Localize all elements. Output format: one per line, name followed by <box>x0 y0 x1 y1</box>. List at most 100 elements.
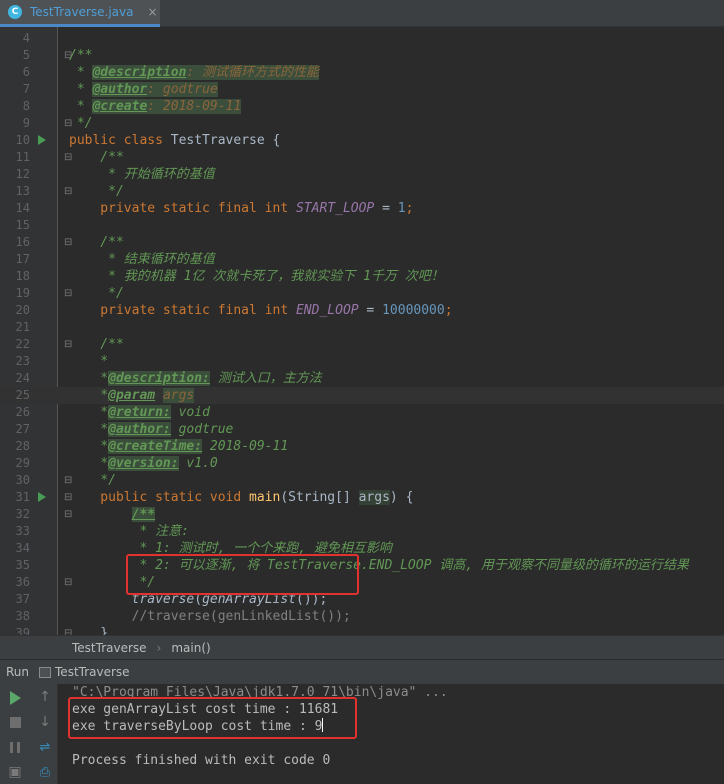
code-line[interactable]: 11 ⊟ /** <box>0 149 724 166</box>
close-icon[interactable]: × <box>148 5 158 19</box>
line-number: 30 <box>15 473 30 487</box>
soft-wrap-button[interactable]: ⇌ <box>36 738 54 756</box>
code-line[interactable]: 34 * 1: 测试时, 一个个来跑, 避免相互影响 <box>0 540 724 557</box>
code-line[interactable]: 9 ⊟ */ <box>0 115 724 132</box>
code-line[interactable]: 10 public class TestTraverse { <box>0 132 724 149</box>
code-text: *@return: void <box>69 404 210 421</box>
line-number: 7 <box>22 82 30 96</box>
stop-button[interactable] <box>6 713 24 731</box>
line-number: 24 <box>15 371 30 385</box>
scroll-down-button[interactable]: ↓ <box>36 713 54 731</box>
code-line[interactable]: 13 ⊟ */ <box>0 183 724 200</box>
code-token: * <box>69 456 109 471</box>
code-text: } <box>69 625 108 635</box>
line-number: 39 <box>15 626 30 635</box>
code-line[interactable]: 31 ⊟ public static void main(String[] arg… <box>0 489 724 506</box>
line-number: 12 <box>15 167 30 181</box>
editor-tab[interactable]: C TestTraverse.java × <box>0 0 160 27</box>
code-line[interactable]: 30 ⊟ */ <box>0 472 724 489</box>
code-text: *@param args <box>69 387 195 404</box>
breadcrumb-class[interactable]: TestTraverse <box>72 641 147 655</box>
code-line[interactable]: 21 <box>0 319 724 336</box>
code-token: args <box>162 388 195 403</box>
code-line[interactable]: 7 * @author: godtrue <box>0 81 724 98</box>
pause-button[interactable] <box>6 738 24 756</box>
line-number: 26 <box>15 405 30 419</box>
code-token: */ <box>69 116 93 131</box>
code-line[interactable]: 23 * <box>0 353 724 370</box>
code-line[interactable]: 17 * 结束循环的基值 <box>0 251 724 268</box>
arrow-up-icon: ↑ <box>39 689 51 705</box>
code-token: 测试入口，主方法 <box>209 371 322 386</box>
run-toolbar: ↑ ↓ ⇌ ▣ ⎙ <box>0 684 58 784</box>
code-text: private static final int END_LOOP = 1000… <box>69 302 453 319</box>
dump-threads-button[interactable]: ▣ <box>6 763 24 781</box>
breadcrumb-method[interactable]: main() <box>171 641 210 655</box>
code-token: private static final int <box>69 201 296 216</box>
rerun-button[interactable] <box>6 689 24 707</box>
code-line[interactable]: 22 ⊟ /** <box>0 336 724 353</box>
code-token: * <box>69 422 109 437</box>
code-line[interactable]: 25 *@param args <box>0 387 724 404</box>
highlight-box-code <box>126 554 359 595</box>
code-line[interactable]: 16 ⊟ /** <box>0 234 724 251</box>
code-line[interactable]: 29 *@version: v1.0 <box>0 455 724 472</box>
code-token: 1 <box>397 201 406 216</box>
run-gutter-icon[interactable] <box>38 135 46 145</box>
code-text: /** <box>69 336 124 353</box>
code-line[interactable]: 12 * 开始循环的基值 <box>0 166 724 183</box>
line-number: 15 <box>15 218 30 232</box>
code-text: * 注意: <box>69 523 188 540</box>
code-line[interactable]: 4 <box>0 30 724 47</box>
code-token: /** <box>69 337 124 352</box>
code-token: public static void <box>69 490 250 505</box>
code-line[interactable]: 36 ⊟ */ <box>0 574 724 591</box>
code-token: = <box>374 201 398 216</box>
line-number: 19 <box>15 286 30 300</box>
code-token: ; <box>444 303 453 318</box>
line-number: 20 <box>15 303 30 317</box>
code-token: TestTraverse { <box>170 133 281 148</box>
print-button[interactable]: ⎙ <box>36 763 54 781</box>
code-line[interactable]: 19 ⊟ */ <box>0 285 724 302</box>
code-line[interactable]: 32 ⊟ /** <box>0 506 724 523</box>
code-line[interactable]: 37 traverse(genArrayList()); <box>0 591 724 608</box>
code-token: args <box>358 490 390 505</box>
camera-icon: ▣ <box>8 764 22 780</box>
code-line[interactable]: 26 *@return: void <box>0 404 724 421</box>
line-number: 31 <box>15 490 30 504</box>
line-number: 11 <box>15 150 30 164</box>
code-line[interactable]: 28 *@createTime: 2018-09-11 <box>0 438 724 455</box>
scroll-up-button[interactable]: ↑ <box>36 688 54 706</box>
run-gutter-icon[interactable] <box>38 492 46 502</box>
code-line[interactable]: 14 private static final int START_LOOP =… <box>0 200 724 217</box>
code-line[interactable]: 20 private static final int END_LOOP = 1… <box>0 302 724 319</box>
line-number: 18 <box>15 269 30 283</box>
code-line[interactable]: 5 ⊟/** <box>0 47 724 64</box>
line-number: 9 <box>22 116 30 130</box>
code-line[interactable]: 15 <box>0 217 724 234</box>
code-editor[interactable]: 4 5 ⊟/** 6 * @description: 测试循环方式的性能 7 * @au… <box>0 27 724 635</box>
code-line[interactable]: 18 * 我的机器 1亿 次就卡死了，我就实验下 1千万 次吧！ <box>0 268 724 285</box>
code-line[interactable]: 33 * 注意: <box>0 523 724 540</box>
run-config-name[interactable]: TestTraverse <box>55 665 130 679</box>
code-line[interactable]: 35 * 2: 可以逐渐, 将 TestTraverse.END_LOOP 调高… <box>0 557 724 574</box>
breadcrumb: TestTraverse › main() <box>0 635 724 659</box>
line-number: 21 <box>15 320 30 334</box>
code-token: = <box>358 303 383 318</box>
code-token: v1.0 <box>178 456 218 471</box>
code-token: /** <box>69 48 93 63</box>
code-line[interactable]: 39 ⊟ } <box>0 625 724 635</box>
code-line[interactable]: 27 *@author: godtrue <box>0 421 724 438</box>
code-line[interactable]: 24 *@description: 测试入口，主方法 <box>0 370 724 387</box>
code-text: //traverse(genLinkedList()); <box>69 608 351 625</box>
code-line[interactable]: 8 * @create: 2018-09-11 <box>0 98 724 115</box>
code-line[interactable]: 6 * @description: 测试循环方式的性能 <box>0 64 724 81</box>
line-number: 36 <box>15 575 30 589</box>
code-line[interactable]: 38 //traverse(genLinkedList()); <box>0 608 724 625</box>
line-number: 37 <box>15 592 30 606</box>
code-token: main <box>249 490 281 505</box>
code-token: * <box>69 65 93 80</box>
code-token: @description: <box>108 371 210 386</box>
